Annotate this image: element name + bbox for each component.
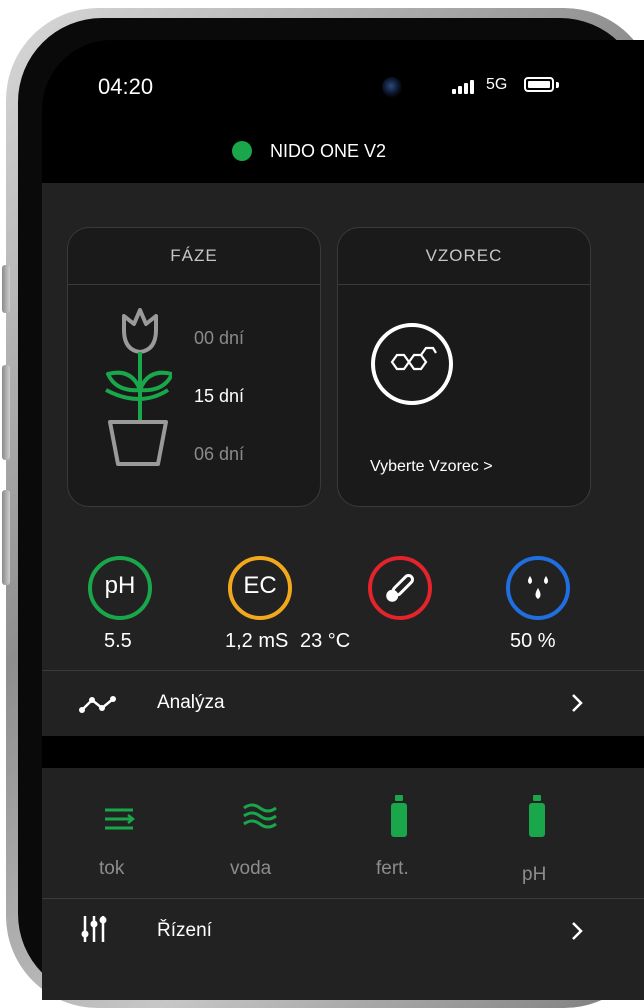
humidity-icon[interactable] (506, 556, 570, 620)
camera-icon (382, 77, 402, 97)
mute-switch (2, 265, 10, 313)
chevron-right-icon (572, 922, 583, 940)
control-label: Řízení (157, 920, 212, 941)
device-header[interactable]: NIDO ONE V2 (42, 135, 644, 183)
dynamic-island (237, 60, 411, 114)
water-label: voda (230, 858, 272, 879)
humidity-value: 50 % (510, 630, 556, 652)
battery-icon (524, 77, 554, 92)
phase-card-title: FÁZE (68, 228, 320, 285)
device-name: NIDO ONE V2 (270, 141, 387, 161)
connection-status-dot (232, 141, 252, 161)
fertilizer-label: fert. (376, 858, 409, 879)
flow-label: tok (99, 858, 125, 879)
ec-value: 1,2 mS (225, 630, 289, 652)
controls-panel (42, 768, 644, 1000)
formula-card[interactable]: VZOREC Vyberte Vzorec > (337, 227, 591, 507)
volume-down-button (2, 490, 10, 585)
fertilizer-bottle-icon[interactable] (390, 795, 408, 837)
ec-icon-label: EC (243, 572, 277, 599)
divider (42, 670, 644, 671)
sliders-icon (81, 916, 107, 942)
phase-days-current: 15 dní (194, 386, 245, 406)
chevron-right-icon (572, 694, 583, 712)
network-type: 5G (486, 76, 508, 93)
volume-up-button (2, 365, 10, 460)
molecule-icon (371, 323, 453, 405)
water-icon[interactable] (242, 802, 278, 832)
ph-bottle-icon[interactable] (528, 795, 546, 837)
thermometer-icon[interactable] (368, 556, 432, 620)
analysis-label: Analýza (157, 692, 225, 713)
phase-days-remaining: 06 dní (194, 444, 245, 464)
status-bar: 04:20 5G (42, 40, 644, 130)
divider (42, 898, 644, 899)
chart-line-icon (79, 696, 116, 713)
control-menu-item[interactable]: Řízení (42, 900, 644, 964)
plant-icon (105, 308, 172, 466)
ph-icon[interactable]: pH (88, 556, 152, 620)
battery-tip (556, 82, 559, 88)
phase-card[interactable]: FÁZE 00 dní 15 dní 06 dní (67, 227, 321, 507)
ph-icon-label: pH (104, 572, 136, 599)
ph-control-label: pH (522, 864, 547, 885)
select-formula-link[interactable]: Vyberte Vzorec > (370, 458, 493, 476)
ph-value: 5.5 (104, 630, 132, 652)
flow-icon[interactable] (103, 805, 137, 833)
app-screen: 04:20 5G NIDO ONE V2 FÁZE 00 dní 15 dní … (42, 40, 644, 1000)
analysis-menu-item[interactable]: Analýza (42, 672, 644, 736)
status-time: 04:20 (98, 74, 154, 99)
ec-icon[interactable]: EC (228, 556, 292, 620)
phase-days-start: 00 dní (194, 328, 245, 348)
temperature-value: 23 °C (300, 630, 351, 652)
formula-card-title: VZOREC (338, 228, 590, 285)
